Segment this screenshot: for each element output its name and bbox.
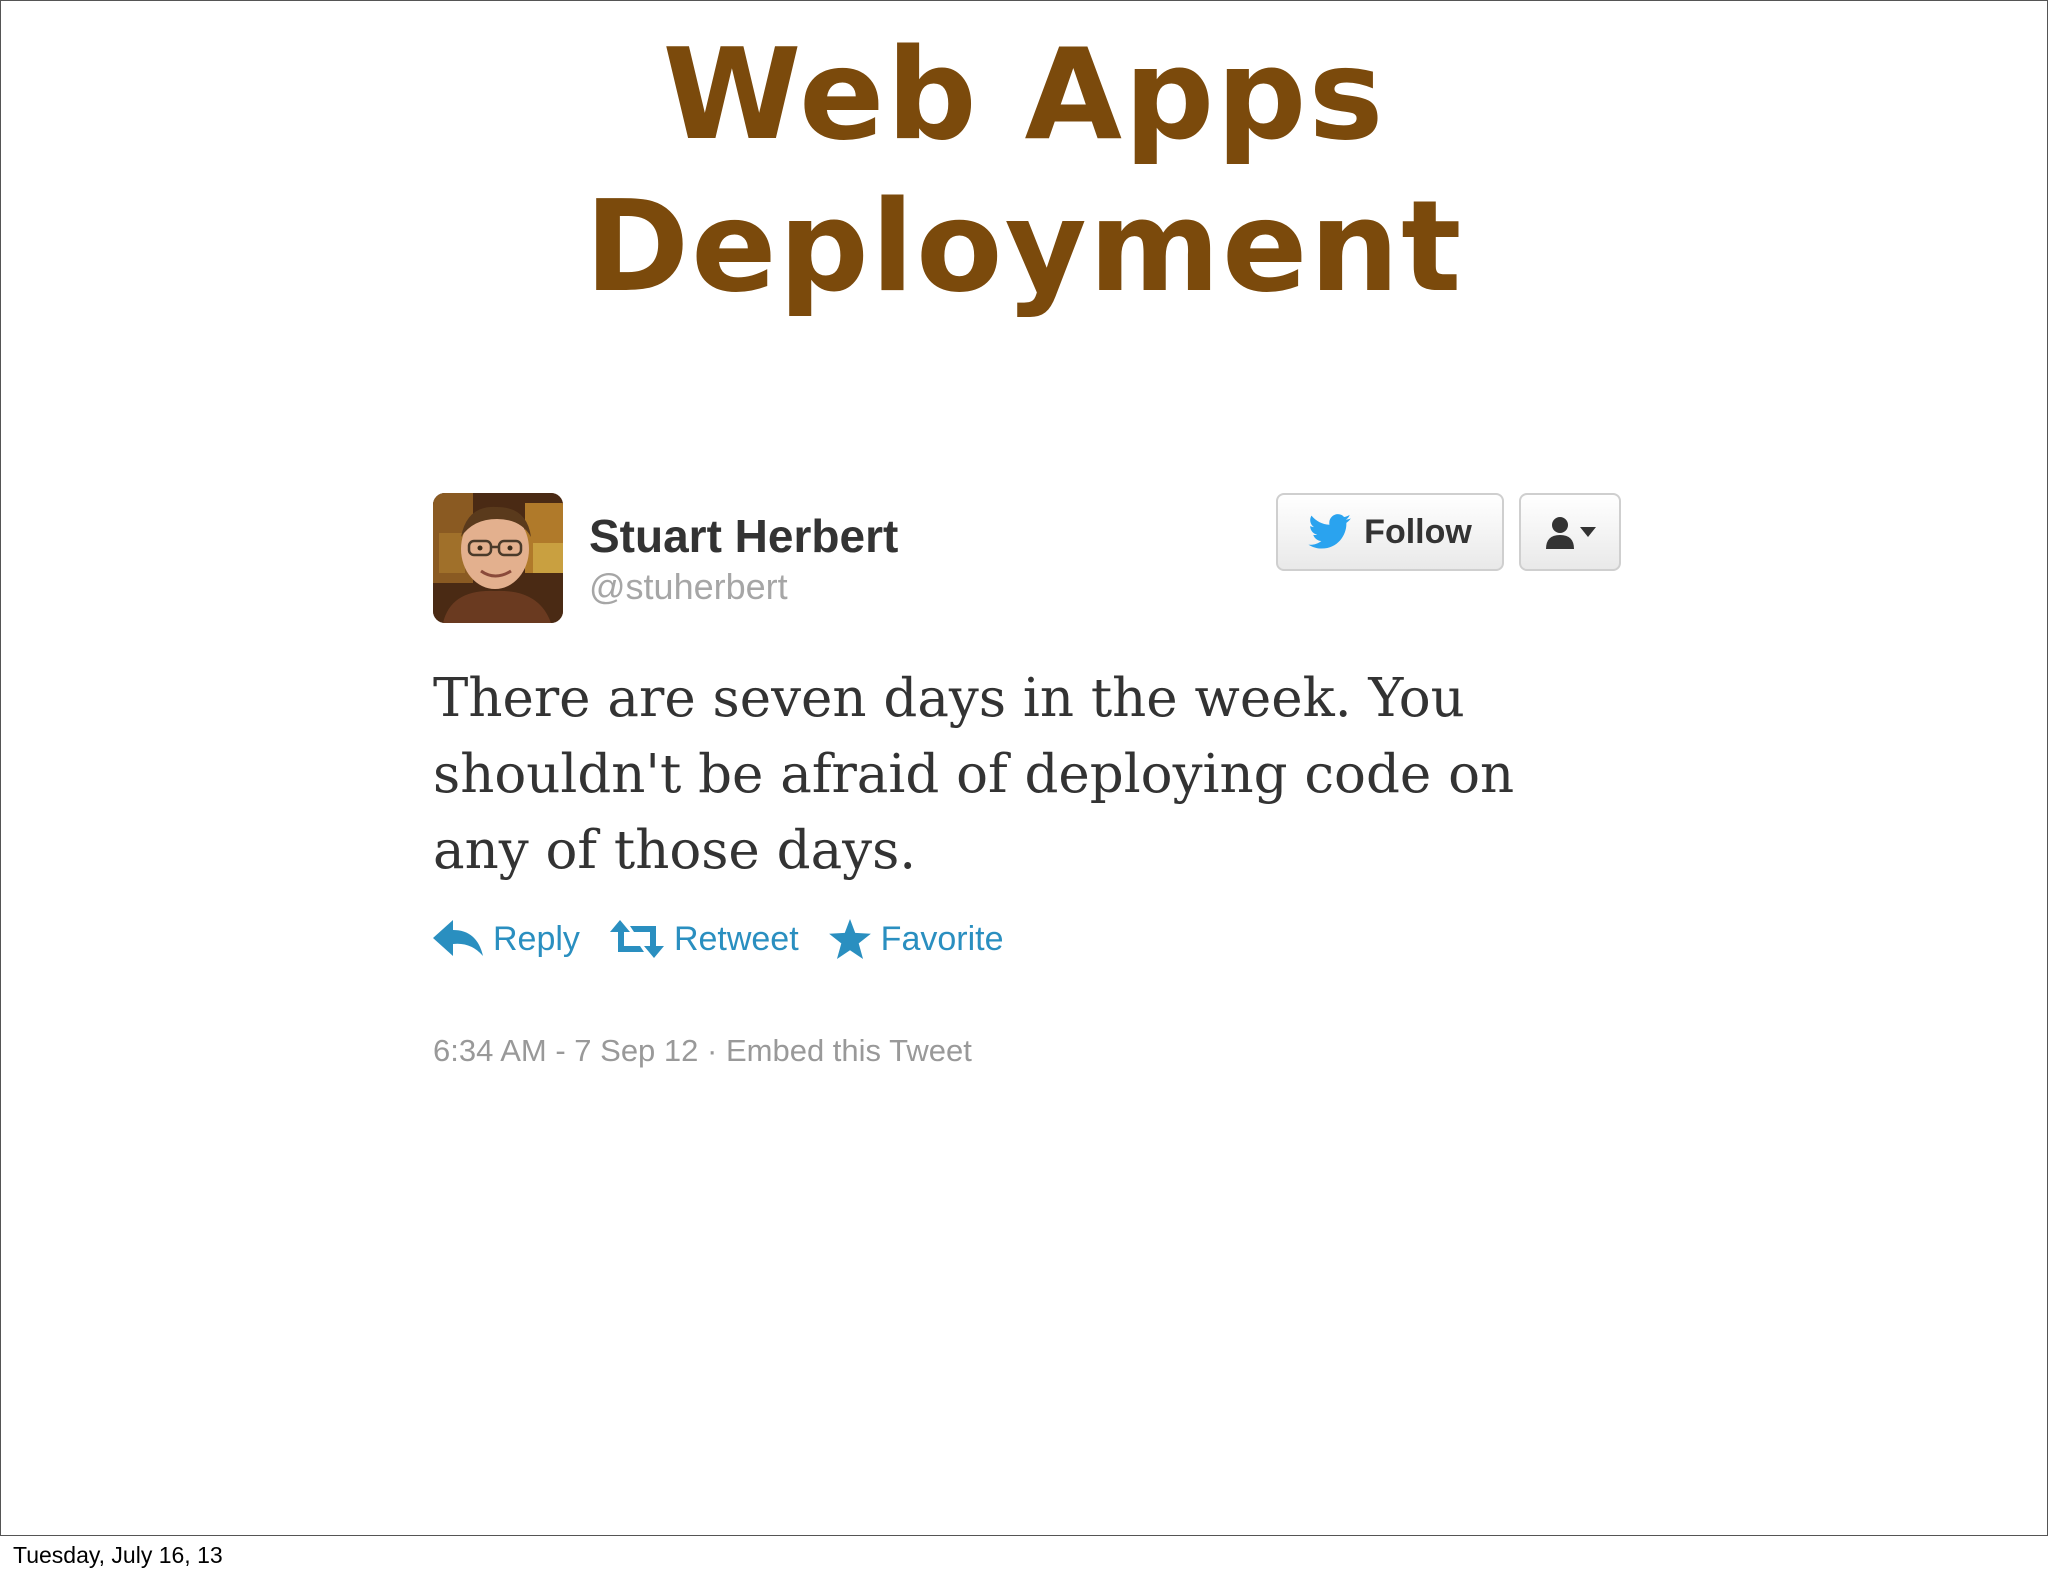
star-icon — [828, 919, 871, 959]
user-icon — [1546, 517, 1574, 549]
slide-title-line-1: Web Apps — [662, 21, 1386, 168]
user-actions-dropdown-button[interactable] — [1519, 493, 1621, 571]
retweet-action-label: Retweet — [673, 919, 799, 958]
follow-button[interactable]: Follow — [1276, 493, 1504, 571]
avatar[interactable] — [433, 493, 563, 623]
tweet-meta: 6:34 AM - 7 Sep 12 · Embed this Tweet — [433, 1033, 972, 1069]
follow-button-label: Follow — [1364, 512, 1472, 551]
reply-arrow-icon — [433, 920, 483, 956]
reply-action-label: Reply — [493, 919, 580, 958]
favorite-action-label: Favorite — [880, 919, 1004, 958]
twitter-bird-icon — [1308, 514, 1352, 549]
tweet-text: There are seven days in the week. You sh… — [433, 668, 1515, 881]
favorite-action[interactable]: Favorite — [828, 919, 1004, 959]
tweet-timestamp-link[interactable]: 6:34 AM - 7 Sep 12 — [433, 1033, 698, 1068]
embed-tweet-link[interactable]: Embed this Tweet — [726, 1033, 972, 1068]
tweet-author-name[interactable]: Stuart Herbert — [589, 509, 898, 563]
retweet-icon — [609, 920, 664, 958]
slide-title-line-2: Deployment — [584, 173, 1464, 320]
slide: Web Apps Deployment Stuart Herbert @stuh… — [0, 0, 2048, 1536]
meta-separator: · — [698, 1033, 726, 1068]
slide-title: Web Apps Deployment — [1, 19, 2047, 323]
embedded-tweet: Stuart Herbert @stuherbert Follow There … — [431, 491, 1631, 1091]
tweet-author-handle[interactable]: @stuherbert — [589, 565, 788, 609]
tweet-actions: Reply Retweet Favorite — [433, 919, 1004, 959]
chevron-down-icon — [1580, 527, 1596, 537]
reply-action[interactable]: Reply — [433, 920, 580, 959]
retweet-action[interactable]: Retweet — [609, 919, 799, 959]
avatar-photo-icon — [433, 493, 563, 623]
slide-date-footer: Tuesday, July 16, 13 — [13, 1542, 223, 1568]
